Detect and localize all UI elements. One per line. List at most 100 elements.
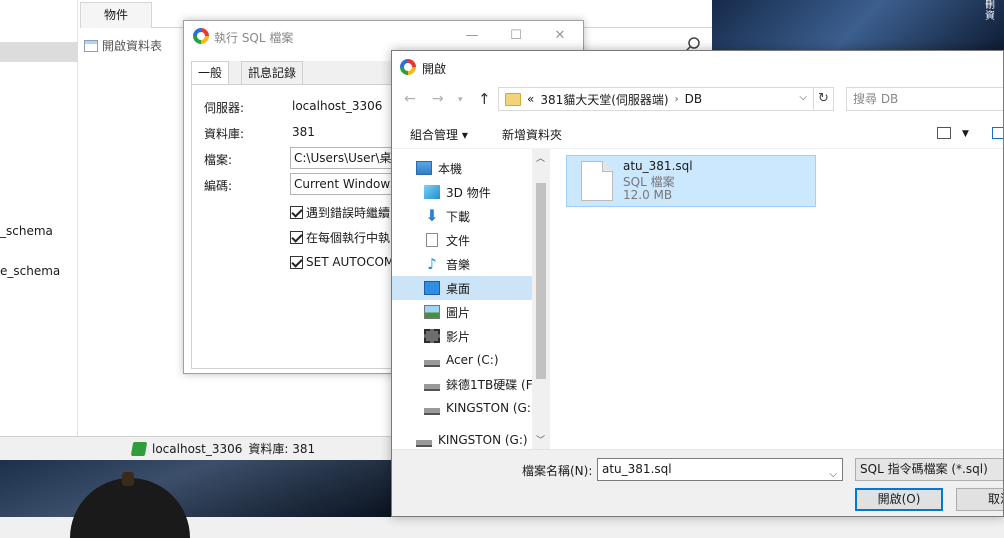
drive-icon — [424, 377, 440, 391]
filetype-select[interactable]: SQL 指令碼檔案 (*.sql) — [855, 458, 1003, 481]
filename-input[interactable]: atu_381.sql ⌵ — [597, 458, 843, 481]
back-arrow-icon[interactable]: ← — [404, 91, 416, 107]
open-table-button[interactable]: 開啟資料表 — [84, 37, 162, 54]
tree-item-drive-g[interactable]: KINGSTON (G:) — [392, 396, 536, 420]
connection-tree-selected-row[interactable] — [0, 42, 78, 62]
refresh-icon[interactable]: ↻ — [814, 87, 834, 111]
file-label: 檔案: — [204, 153, 233, 167]
tree-item-videos[interactable]: 影片 — [392, 324, 532, 348]
recent-locations-icon[interactable]: ▾ — [458, 95, 463, 105]
filename-value: atu_381.sql — [602, 462, 672, 476]
desktop-wallpaper-bottom — [0, 460, 392, 517]
tab-objects[interactable]: 物件 — [80, 2, 152, 28]
tree-item-this-pc[interactable]: 本機 — [392, 156, 532, 180]
connection-icon — [130, 441, 148, 456]
breadcrumb-parent[interactable]: 381貓大天堂(伺服器端) — [540, 91, 668, 108]
scroll-up-icon[interactable]: ︿ — [536, 151, 545, 164]
folder-icon — [505, 92, 521, 106]
tree-item-label: KINGSTON (G:) — [438, 433, 528, 447]
file-path-input[interactable]: C:\Users\User\桌面 — [290, 147, 400, 169]
schema-item[interactable]: _schema — [0, 224, 53, 238]
option-run-each[interactable]: 在每個執行中執 — [290, 229, 390, 246]
database-label: 資料庫: — [204, 127, 245, 141]
tree-item-label: 音樂 — [446, 257, 471, 272]
up-arrow-icon[interactable]: ↑ — [478, 90, 491, 108]
chevron-down-icon[interactable]: ⌵ — [829, 464, 837, 485]
schema-item[interactable]: e_schema — [0, 264, 60, 278]
new-folder-button[interactable]: 新增資料夾 — [502, 126, 562, 143]
tree-item-label: 文件 — [446, 233, 471, 248]
tree-item-label: 圖片 — [446, 305, 471, 320]
drive-icon — [416, 433, 432, 447]
desktop-corner-text: 刪 資 — [985, 0, 995, 22]
open-table-label: 開啟資料表 — [102, 39, 163, 53]
view-dropdown-icon[interactable]: ▼ — [962, 129, 969, 139]
minimize-icon[interactable]: — — [462, 27, 482, 45]
tree-item-label: 桌面 — [446, 281, 471, 296]
address-bar[interactable]: « 381貓大天堂(伺服器端) › DB ⌵ — [498, 87, 814, 111]
sql-dialog-title: 執行 SQL 檔案 — [214, 31, 294, 45]
tree-item-label: 本機 — [438, 161, 463, 176]
cube-icon — [424, 185, 440, 199]
tree-item-label: 下載 — [446, 209, 471, 224]
option-continue-on-error[interactable]: 遇到錯誤時繼續 — [290, 204, 390, 221]
tree-item-3d-objects[interactable]: 3D 物件 — [392, 180, 532, 204]
tree-item-drive-c[interactable]: Acer (C:) — [392, 348, 532, 372]
option-label: SET AUTOCOMM — [306, 255, 405, 269]
picture-icon — [424, 305, 440, 319]
cancel-button[interactable]: 取消 — [956, 488, 1003, 511]
forward-arrow-icon[interactable]: → — [432, 91, 444, 107]
pumpkin-stem — [122, 472, 134, 486]
tree-item-label: KINGSTON (G:) — [446, 401, 536, 415]
checkbox[interactable] — [290, 206, 303, 219]
command-bar: 組合管理 ▾ 新增資料夾 ▼ — [392, 119, 1003, 149]
scroll-down-icon[interactable]: ﹀ — [536, 433, 545, 446]
option-set-autocommit[interactable]: SET AUTOCOMM — [290, 255, 405, 269]
tab-message-log[interactable]: 訊息記錄 — [241, 61, 304, 85]
tree-item-documents[interactable]: 文件 — [392, 228, 532, 252]
organize-button[interactable]: 組合管理 ▾ — [410, 126, 468, 143]
maximize-icon[interactable]: ☐ — [506, 27, 526, 45]
tree-item-desktop[interactable]: 桌面 — [392, 276, 532, 300]
checkbox[interactable] — [290, 231, 303, 244]
chevron-down-icon[interactable]: ⌵ — [799, 92, 807, 103]
tree-item-music[interactable]: ♪ 音樂 — [392, 252, 532, 276]
filename-label: 檔案名稱(N): — [522, 464, 593, 478]
open-dialog-titlebar[interactable]: 開啟 — [392, 51, 1003, 83]
status-connection-name: localhost_3306 — [152, 441, 243, 456]
document-icon — [426, 233, 438, 247]
breadcrumb-chevron-icon[interactable]: › — [675, 94, 679, 105]
open-file-dialog: 開啟 ← → ▾ ↑ « 381貓大天堂(伺服器端) › DB ⌵ ↻ 搜尋 D… — [391, 50, 1004, 517]
scrollbar-thumb[interactable] — [536, 183, 546, 379]
connection-tree: _schema e_schema — [0, 0, 78, 436]
preview-pane-icon[interactable] — [992, 127, 1003, 139]
breadcrumb-overflow[interactable]: « — [527, 92, 534, 106]
tree-item-downloads[interactable]: ⬇ 下載 — [392, 204, 532, 228]
navigation-row: ← → ▾ ↑ « 381貓大天堂(伺服器端) › DB ⌵ ↻ 搜尋 DB — [392, 87, 1003, 113]
encoding-select[interactable]: Current Windows — [290, 173, 400, 195]
file-item-selected[interactable]: atu_381.sql SQL 檔案 12.0 MB — [566, 155, 816, 207]
dialog-footer: 檔案名稱(N): atu_381.sql ⌵ SQL 指令碼檔案 (*.sql)… — [392, 449, 1003, 516]
status-connection: localhost_3306 資料庫: 381 — [130, 440, 315, 457]
tree-scrollbar[interactable]: ︿ ﹀ — [532, 149, 550, 449]
breadcrumb-current[interactable]: DB — [685, 92, 702, 106]
view-options-icon[interactable] — [937, 127, 951, 139]
option-label: 在每個執行中執 — [306, 231, 391, 245]
desktop-icon — [424, 281, 440, 295]
open-button[interactable]: 開啟(O) — [855, 488, 943, 511]
tree-item-pictures[interactable]: 圖片 — [392, 300, 532, 324]
music-icon: ♪ — [427, 255, 437, 273]
sql-dialog-titlebar[interactable]: 執行 SQL 檔案 — ☐ ✕ — [184, 21, 583, 51]
tab-general[interactable]: 一般 — [191, 61, 230, 86]
checkbox[interactable] — [290, 255, 303, 269]
table-icon — [84, 39, 98, 52]
tree-item-label: Acer (C:) — [446, 353, 499, 367]
navicat-logo-icon — [400, 59, 416, 75]
tree-item-drive-f[interactable]: 錸德1TB硬碟 (F:) — [392, 372, 540, 396]
search-input[interactable]: 搜尋 DB — [846, 87, 1003, 111]
close-icon[interactable]: ✕ — [550, 27, 570, 45]
database-value: 381 — [292, 125, 315, 139]
drive-icon — [424, 401, 440, 415]
encoding-label: 編碼: — [204, 179, 233, 193]
open-dialog-title: 開啟 — [422, 62, 447, 76]
